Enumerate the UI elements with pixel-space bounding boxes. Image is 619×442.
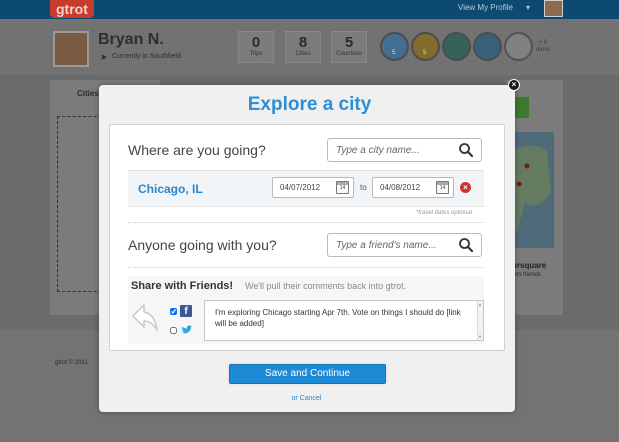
friend-search-box [327,233,482,257]
globe-badge-icon[interactable] [473,32,502,61]
stat-value: 5 [344,34,354,51]
twitter-share-checkbox[interactable] [170,327,177,334]
twitter-icon [181,325,193,334]
globe-badge-icon[interactable] [442,32,471,61]
passport-badge-icon[interactable]: 5 [380,32,409,61]
profile-avatar [53,31,89,67]
more-count: + 0 [538,40,548,46]
locked-badge-icon[interactable] [504,32,533,61]
more-text: more [536,47,550,53]
stat-label: Cities [295,51,311,57]
facebook-share-checkbox[interactable] [170,308,177,315]
footer-copyright: gtrot © 2011 [55,360,88,366]
facebook-icon: f [180,305,192,317]
view-profile-link[interactable]: View My Profile [458,3,513,12]
scroll-up-icon[interactable]: ▲ [478,302,482,307]
companions-question: Anyone going with you? [128,237,277,253]
cancel-link-text[interactable]: or Cancel [292,395,322,402]
calendar-icon[interactable]: 14 [436,181,449,194]
city-search-input[interactable] [328,139,453,161]
modal-title-text: Explore a city [247,94,372,115]
share-arrow-icon [132,304,158,331]
end-date-input[interactable] [373,178,433,197]
start-date-input[interactable] [273,178,333,197]
divider [128,267,484,268]
selected-city-name[interactable]: Chicago, IL [138,182,203,196]
share-title: Share with Friends! [131,280,234,292]
start-date-field: 14 [272,177,354,198]
destination-question: Where are you going? [128,142,266,158]
calendar-icon[interactable]: 14 [336,181,349,194]
foursquare-title: ursquare [512,261,547,270]
close-icon[interactable]: × [508,79,520,91]
more-badges-link[interactable]: + 0 more [536,40,550,54]
share-subtitle: We'll pull their comments back into gtro… [245,281,407,291]
modal-title: Explore a city [0,94,619,116]
city-badge-icon[interactable]: 5 [411,32,440,61]
stat-value: 8 [298,34,308,51]
share-message-input[interactable]: I'm exploring Chicago starting Apr 7th. … [204,300,484,341]
stat-cities[interactable]: 8 Cities [285,31,321,63]
friend-search-input[interactable] [328,234,453,256]
end-date-field: 14 [372,177,454,198]
stat-label: Countries [336,51,362,57]
save-and-continue-button[interactable]: Save and Continue [229,364,386,384]
search-icon[interactable] [458,142,474,158]
stat-countries[interactable]: 5 Countries [331,31,367,63]
city-search-box [327,138,482,162]
badge-count: 5 [423,50,427,56]
chevron-down-icon[interactable]: ▾ [526,3,530,12]
cancel-link: or Cancel [0,395,619,402]
calendar-day: 14 [439,185,446,191]
avatar[interactable] [544,0,563,17]
gtrot-logo[interactable]: gtrot [50,0,94,18]
location-arrow-icon: ➤ [100,52,108,62]
calendar-day: 14 [339,185,346,191]
search-icon[interactable] [458,237,474,253]
stat-trips[interactable]: 0 Trips [238,31,274,63]
profile-location: Currently in Southfield [112,53,181,60]
profile-name: Bryan N. [98,31,164,48]
date-range-separator: to [360,183,367,192]
badge-count: 5 [392,50,396,56]
foursquare-subtitle: rom friends [511,272,542,278]
scroll-down-icon[interactable]: ▼ [478,334,482,339]
stat-label: Trips [249,51,263,57]
stat-value: 0 [251,34,261,51]
remove-city-icon[interactable]: × [460,182,471,193]
dates-optional-note: *travel dates optional [416,210,473,216]
divider [128,222,484,223]
